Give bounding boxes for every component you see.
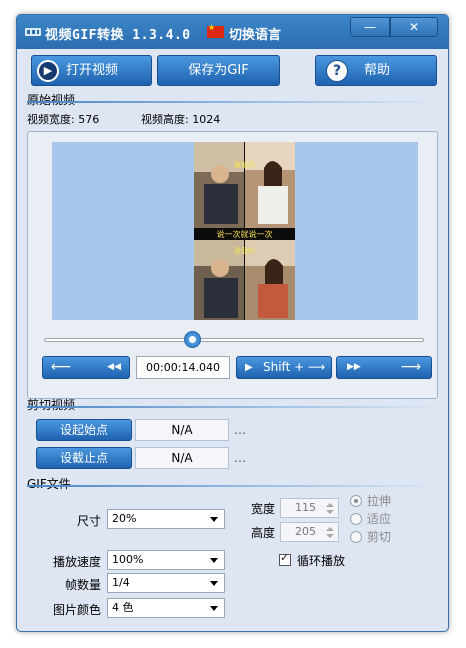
cut-section-title: 剪切视频 <box>27 398 76 412</box>
colors-select[interactable]: 4 色 <box>107 598 225 618</box>
set-end-button[interactable]: 设截止点 <box>36 447 132 469</box>
width-stepper[interactable]: 115 <box>280 498 339 518</box>
end-ellipsis: … <box>234 451 246 465</box>
fit-stretch-label: 拉伸 <box>367 494 392 508</box>
gif-section-title: GIF文件 <box>27 477 71 491</box>
title-bar: 视频GIF转换 1.3.4.0 切换语言 — ✕ <box>17 15 448 49</box>
fast-forward-icon: ▶▶ <box>347 362 361 372</box>
time-display: 00:00:14.040 <box>136 356 230 379</box>
size-select-value: 20% <box>112 512 137 525</box>
app-window: 视频GIF转换 1.3.4.0 切换语言 — ✕ ▶ 打开视频 保存为GIF ?… <box>16 14 449 632</box>
open-video-label: 打开视频 <box>66 63 119 78</box>
play-icon: ▶ <box>245 362 253 373</box>
chevron-down-icon <box>210 606 218 611</box>
spin-up-icon[interactable] <box>326 527 334 531</box>
play-circle-icon: ▶ <box>37 60 59 82</box>
window-title: 视频GIF转换 1.3.4.0 <box>45 28 191 43</box>
spin-up-icon[interactable] <box>326 503 334 507</box>
minimize-button[interactable]: — <box>350 17 390 37</box>
seek-slider-track[interactable] <box>44 338 424 342</box>
width-label: 宽度 <box>251 502 276 516</box>
fit-stretch-radio[interactable] <box>350 495 362 507</box>
frames-select[interactable]: 1/4 <box>107 573 225 593</box>
start-ellipsis: … <box>234 423 246 437</box>
loop-label: 循环播放 <box>297 554 346 568</box>
seek-slider-thumb[interactable] <box>184 331 202 348</box>
prev-frame-button[interactable]: ⟵ ◀◀ <box>42 356 130 379</box>
save-gif-button[interactable]: 保存为GIF <box>157 55 280 86</box>
height-label: 高度 <box>251 526 276 540</box>
fit-adapt-label: 适应 <box>367 512 392 526</box>
help-label: 帮助 <box>364 63 391 78</box>
chevron-down-icon <box>210 581 218 586</box>
source-section-divider <box>27 101 438 103</box>
width-value: 115 <box>295 501 316 514</box>
gif-section-divider <box>27 485 438 487</box>
speed-label: 播放速度 <box>53 555 102 569</box>
frames-select-value: 1/4 <box>112 576 130 589</box>
arrow-left-icon: ⟵ <box>51 359 72 375</box>
speed-select-value: 100% <box>112 553 144 566</box>
open-video-button[interactable]: ▶ 打开视频 <box>31 55 152 86</box>
video-preview: 被偷内 说一次就说一次 是我的 <box>52 142 418 320</box>
video-height-text: 视频高度: 1024 <box>141 113 221 126</box>
height-stepper[interactable]: 205 <box>280 522 339 542</box>
preview-caption-top: 被偷内 <box>234 161 255 169</box>
video-frame: 被偷内 说一次就说一次 是我的 <box>194 142 295 320</box>
close-button[interactable]: ✕ <box>390 17 438 37</box>
rewind-icon: ◀◀ <box>107 362 121 372</box>
height-value: 205 <box>295 525 316 538</box>
china-flag-icon[interactable] <box>207 23 224 38</box>
fit-crop-radio[interactable] <box>350 531 362 543</box>
app-icon <box>25 28 41 36</box>
loop-checkbox[interactable] <box>279 551 291 566</box>
colors-label: 图片颜色 <box>53 603 102 617</box>
preview-caption-bottom: 是我的 <box>234 247 255 255</box>
play-shift-label: Shift + ⟶ <box>263 360 326 374</box>
speed-select[interactable]: 100% <box>107 550 225 570</box>
size-select[interactable]: 20% <box>107 509 225 529</box>
end-point-value: N/A <box>135 447 229 469</box>
switch-language-link[interactable]: 切换语言 <box>229 24 281 43</box>
help-button[interactable]: ? 帮助 <box>315 55 437 86</box>
preview-caption-mid: 说一次就说一次 <box>216 230 273 239</box>
help-icon: ? <box>326 60 348 82</box>
colors-select-value: 4 色 <box>112 601 134 614</box>
frames-label: 帧数量 <box>65 578 102 592</box>
fit-crop-label: 剪切 <box>367 530 392 544</box>
spin-down-icon[interactable] <box>326 534 334 538</box>
fit-adapt-radio[interactable] <box>350 513 362 525</box>
video-width-text: 视频宽度: 576 <box>27 113 100 126</box>
source-section-title: 原始视频 <box>27 93 76 107</box>
cut-section-divider <box>27 406 438 408</box>
start-point-value: N/A <box>135 419 229 441</box>
play-shift-button[interactable]: ▶ Shift + ⟶ <box>236 356 332 379</box>
chevron-down-icon <box>210 517 218 522</box>
next-frame-button[interactable]: ▶▶ ⟶ <box>336 356 432 379</box>
chevron-down-icon <box>210 558 218 563</box>
video-panel: 被偷内 说一次就说一次 是我的 ⟵ ◀◀ 00:00:14.040 ▶ Shif… <box>27 131 438 399</box>
video-scene-top <box>194 142 295 228</box>
set-start-button[interactable]: 设起始点 <box>36 419 132 441</box>
size-label: 尺寸 <box>77 514 102 528</box>
save-gif-label: 保存为GIF <box>188 63 249 78</box>
arrow-right-icon: ⟶ <box>400 359 421 375</box>
spin-down-icon[interactable] <box>326 510 334 514</box>
